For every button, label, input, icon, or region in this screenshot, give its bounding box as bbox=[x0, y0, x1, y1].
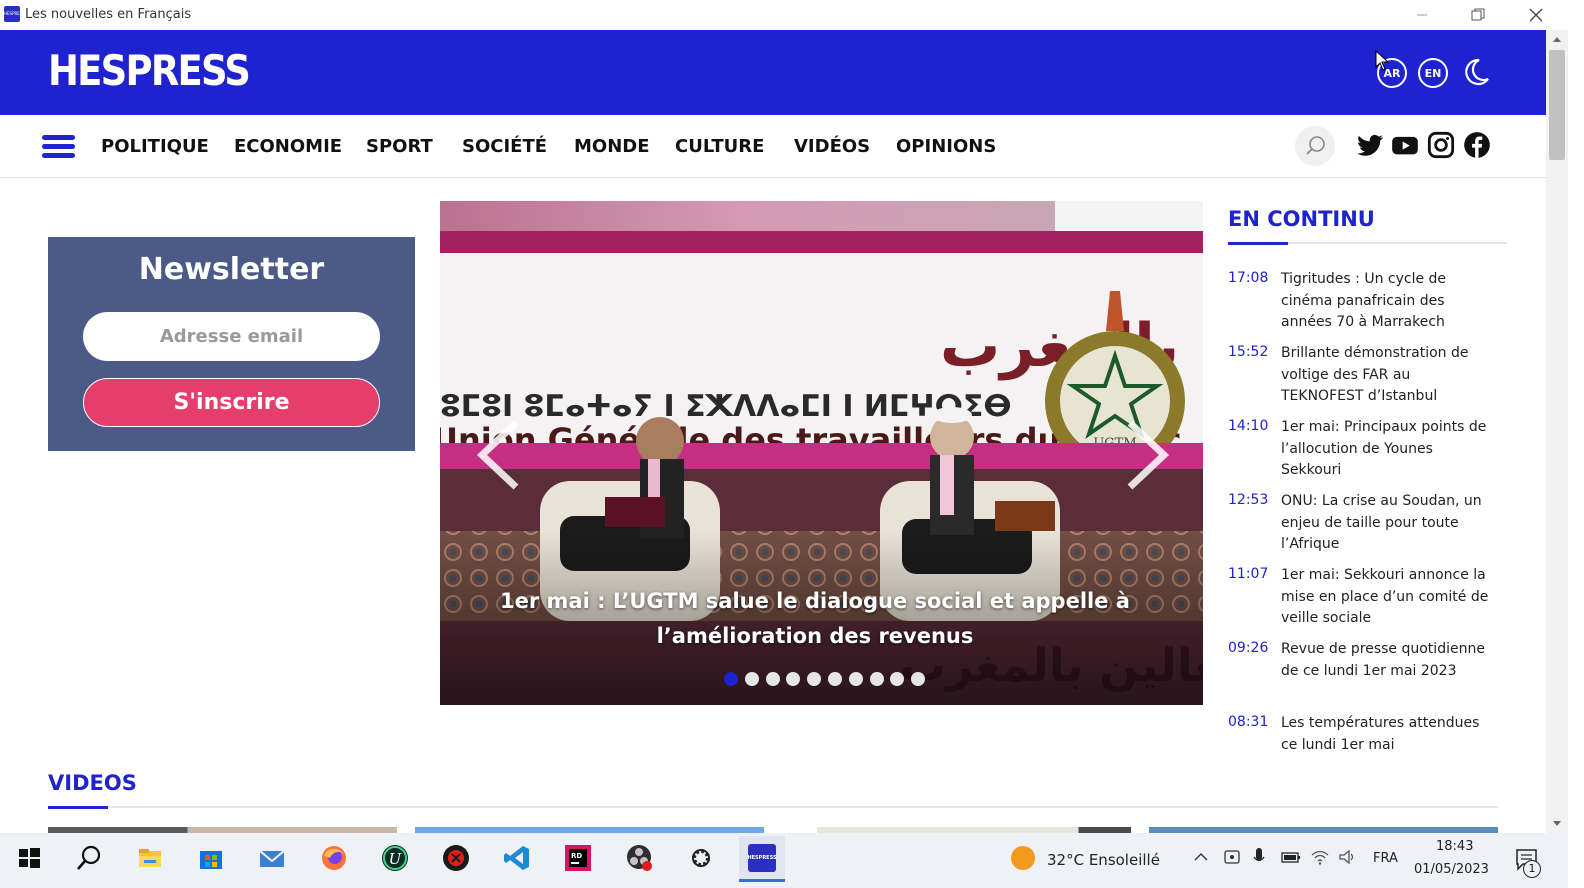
site-logo[interactable]: HESPRESS bbox=[48, 46, 251, 95]
search-button[interactable] bbox=[1295, 126, 1335, 166]
hamburger-menu-icon[interactable] bbox=[42, 135, 75, 158]
slide-dot[interactable] bbox=[744, 672, 759, 686]
close-button[interactable] bbox=[1513, 0, 1559, 30]
weather-text[interactable]: 32°C Ensoleillé bbox=[1047, 851, 1160, 869]
banner-tifinagh-text: ⵓⵎⵓⵏ ⵓⵎⴰⵜⴰⵢ ⵏ ⵉⵅⴷⴷⴰⵎⵏ ⵏ ⵍⵎⵖⵔⵉⴱ bbox=[440, 389, 1012, 424]
microphone-icon[interactable] bbox=[1252, 847, 1266, 867]
mouse-cursor-icon bbox=[1375, 50, 1390, 71]
slide-dot[interactable] bbox=[724, 672, 738, 686]
clock-time[interactable]: 18:43 bbox=[1436, 839, 1473, 854]
news-time: 09:26 bbox=[1228, 640, 1269, 656]
firefox-icon[interactable] bbox=[320, 844, 348, 872]
file-explorer-icon[interactable] bbox=[136, 844, 164, 872]
window-title-bar bbox=[0, 0, 1584, 30]
nav-item-culture[interactable]: CULTURE bbox=[675, 136, 764, 157]
news-headline-link[interactable]: 1er mai: Sekkouri annonce la mise en pla… bbox=[1281, 565, 1496, 630]
news-time: 15:52 bbox=[1228, 344, 1269, 360]
rider-ide-icon[interactable]: RD bbox=[564, 844, 592, 872]
news-time: 12:53 bbox=[1228, 492, 1269, 508]
news-time: 17:08 bbox=[1228, 270, 1269, 286]
scrollbar-thumb[interactable] bbox=[1549, 50, 1565, 160]
restore-icon bbox=[1471, 8, 1485, 21]
news-time: 11:07 bbox=[1228, 566, 1269, 582]
slide-prev-arrow-icon[interactable] bbox=[476, 420, 522, 490]
weather-sun-icon[interactable] bbox=[1010, 845, 1036, 871]
nav-item-opinions[interactable]: OPINIONS bbox=[896, 136, 996, 157]
en-continu-divider-accent bbox=[1228, 242, 1288, 245]
upwork-app-icon[interactable]: U bbox=[381, 844, 409, 872]
close-icon bbox=[1529, 8, 1543, 22]
app-icon: HESPRESS bbox=[4, 6, 25, 22]
nav-item-sport[interactable]: SPORT bbox=[366, 136, 433, 157]
hero-caption[interactable]: 1er mai : L’UGTM salue le dialogue socia… bbox=[490, 584, 1140, 654]
twitter-icon[interactable] bbox=[1356, 131, 1384, 159]
scroll-up-arrow-icon[interactable] bbox=[1551, 34, 1563, 44]
volume-muted-icon[interactable] bbox=[1338, 848, 1358, 866]
svg-text:U: U bbox=[389, 850, 403, 868]
dark-mode-moon-icon[interactable] bbox=[1461, 57, 1491, 87]
meet-now-icon[interactable] bbox=[1223, 848, 1241, 866]
nav-item-societe[interactable]: SOCIÉTÉ bbox=[462, 136, 547, 157]
news-headline-link[interactable]: ONU: La crise au Soudan, un enjeu de tai… bbox=[1281, 491, 1496, 556]
news-headline-link[interactable]: Tigritudes : Un cycle de cinéma panafric… bbox=[1281, 269, 1496, 334]
lang-en-button[interactable]: EN bbox=[1418, 58, 1448, 88]
nav-item-politique[interactable]: POLITIQUE bbox=[101, 136, 209, 157]
instagram-icon[interactable] bbox=[1427, 131, 1455, 159]
news-time: 08:31 bbox=[1228, 714, 1269, 730]
en-continu-title: EN CONTINU bbox=[1228, 207, 1375, 231]
videos-section-title: VIDEOS bbox=[48, 771, 137, 795]
hespress-app-icon: HESPRESS bbox=[747, 844, 777, 872]
obs-studio-icon[interactable] bbox=[626, 844, 654, 872]
microsoft-store-icon[interactable] bbox=[197, 844, 225, 872]
newsletter-title: Newsletter bbox=[138, 252, 325, 287]
facebook-icon[interactable] bbox=[1463, 131, 1491, 159]
scroll-down-arrow-icon[interactable] bbox=[1551, 819, 1563, 829]
clock-date[interactable]: 01/05/2023 bbox=[1414, 862, 1489, 877]
settings-gear-icon[interactable] bbox=[687, 844, 715, 872]
videos-divider bbox=[48, 806, 1498, 808]
mail-icon[interactable] bbox=[258, 844, 286, 872]
slide-next-arrow-icon[interactable] bbox=[1124, 420, 1170, 490]
news-headline-link[interactable]: Les températures attendues ce lundi 1er … bbox=[1281, 713, 1496, 756]
search-icon bbox=[1306, 136, 1325, 155]
notification-count-badge: 1 bbox=[1523, 860, 1541, 878]
nav-item-monde[interactable]: MONDE bbox=[574, 136, 650, 157]
youtube-icon[interactable] bbox=[1391, 131, 1419, 159]
battery-icon[interactable] bbox=[1280, 848, 1302, 866]
newsletter-email-input[interactable] bbox=[83, 312, 380, 361]
slide-dot[interactable] bbox=[765, 672, 780, 686]
wifi-icon[interactable] bbox=[1310, 848, 1330, 866]
tray-chevron-up-icon[interactable] bbox=[1193, 850, 1209, 864]
nav-item-videos[interactable]: VIDÉOS bbox=[794, 136, 870, 157]
window-edge bbox=[1568, 0, 1584, 888]
slide-dot[interactable] bbox=[848, 672, 863, 686]
windows-start-icon[interactable] bbox=[15, 844, 43, 872]
svg-text:RD: RD bbox=[571, 852, 582, 860]
vscode-icon[interactable] bbox=[503, 844, 531, 872]
minimize-button[interactable] bbox=[1399, 0, 1445, 30]
nav-item-economie[interactable]: ECONOMIE bbox=[234, 136, 342, 157]
news-headline-link[interactable]: 1er mai: Principaux points de l’allocuti… bbox=[1281, 417, 1496, 482]
news-headline-link[interactable]: Revue de presse quotidienne de ce lundi … bbox=[1281, 639, 1496, 682]
input-language-indicator[interactable]: FRA bbox=[1373, 851, 1398, 866]
news-headline-link[interactable]: Brillante démonstration de voltige des F… bbox=[1281, 343, 1496, 408]
slide-dot[interactable] bbox=[828, 672, 842, 686]
minimize-icon bbox=[1417, 14, 1427, 16]
newsletter-subscribe-button[interactable]: S'inscrire bbox=[83, 378, 380, 427]
slide-dot[interactable] bbox=[869, 672, 884, 686]
taskbar-search-icon[interactable] bbox=[75, 844, 103, 872]
red-app-icon[interactable] bbox=[442, 844, 470, 872]
news-time: 14:10 bbox=[1228, 418, 1269, 434]
window-title: Les nouvelles en Français bbox=[25, 7, 192, 22]
restore-button[interactable] bbox=[1455, 0, 1501, 30]
videos-divider-accent bbox=[48, 806, 108, 809]
